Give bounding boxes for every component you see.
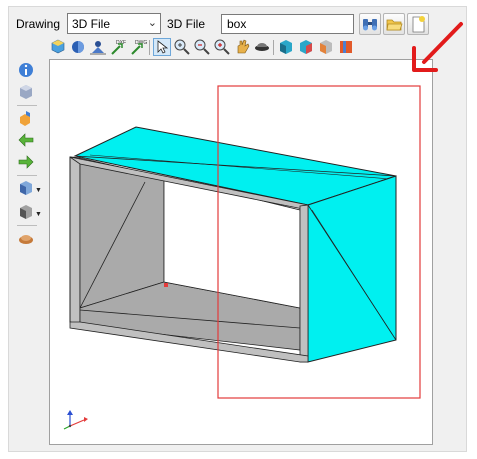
toolbar-separator bbox=[273, 40, 274, 55]
select-pointer-icon[interactable] bbox=[153, 38, 171, 56]
shaded-view-icon[interactable] bbox=[69, 38, 87, 56]
chevron-down-icon[interactable]: ▼ bbox=[35, 211, 42, 218]
file-name-input[interactable] bbox=[222, 15, 353, 33]
drawing-type-select[interactable]: 3D File ⌄ bbox=[67, 13, 161, 34]
drawing-label: Drawing bbox=[16, 17, 61, 31]
sidebar-separator bbox=[17, 225, 37, 226]
cube-view-icon[interactable] bbox=[17, 179, 35, 197]
arrow-right-icon[interactable] bbox=[17, 153, 35, 171]
header-row: Drawing 3D File ⌄ 3D File bbox=[9, 13, 466, 35]
browse-button[interactable] bbox=[359, 13, 381, 35]
new-file-icon bbox=[412, 16, 425, 33]
zoom-window-icon[interactable] bbox=[173, 38, 191, 56]
svg-text:DXF: DXF bbox=[116, 40, 126, 46]
pan-icon[interactable] bbox=[233, 38, 251, 56]
folder-open-icon bbox=[386, 19, 403, 31]
top-view-icon[interactable] bbox=[89, 38, 107, 56]
material-icon[interactable] bbox=[17, 229, 35, 247]
sidebar-separator bbox=[17, 105, 37, 106]
drawing-type-value: 3D File bbox=[72, 17, 111, 31]
view-iso-icon[interactable] bbox=[49, 38, 67, 56]
chevron-down-icon[interactable]: ▼ bbox=[35, 187, 42, 194]
info-icon[interactable] bbox=[17, 61, 35, 79]
binoculars-icon bbox=[363, 19, 377, 31]
zoom-in-icon[interactable] bbox=[213, 38, 231, 56]
cube-shade-icon[interactable] bbox=[17, 203, 35, 221]
side-view-icon[interactable] bbox=[297, 38, 315, 56]
back-view-icon[interactable] bbox=[317, 38, 335, 56]
sidebar-separator bbox=[17, 175, 37, 176]
box-front-right-post bbox=[299, 204, 309, 363]
part-icon[interactable] bbox=[17, 83, 35, 101]
file-name-field[interactable] bbox=[221, 14, 354, 34]
model-canvas bbox=[63, 85, 421, 430]
open-file-button[interactable] bbox=[383, 13, 405, 35]
new-file-button[interactable] bbox=[407, 13, 429, 35]
chevron-down-icon: ⌄ bbox=[147, 17, 157, 29]
selection-marker bbox=[164, 283, 168, 287]
toolbar-separator bbox=[149, 40, 150, 55]
zoom-out-icon[interactable] bbox=[193, 38, 211, 56]
export-dxf-icon[interactable]: DXF bbox=[109, 38, 127, 56]
axis-triad-icon bbox=[63, 410, 88, 430]
file-label: 3D File bbox=[167, 17, 206, 31]
rotate-view-icon[interactable] bbox=[253, 38, 271, 56]
section-view-icon[interactable] bbox=[337, 38, 355, 56]
box-left-panel bbox=[69, 156, 81, 326]
model-viewport[interactable] bbox=[49, 59, 433, 445]
side-toolbar: ▼ ▼ bbox=[13, 59, 42, 259]
explode-icon[interactable] bbox=[17, 109, 35, 127]
front-view-icon[interactable] bbox=[277, 38, 295, 56]
export-dwg-icon[interactable]: DWG bbox=[129, 38, 147, 56]
arrow-left-icon[interactable] bbox=[17, 131, 35, 149]
box-right-face bbox=[307, 175, 397, 363]
svg-text:DWG: DWG bbox=[135, 40, 147, 46]
viewer-panel: Drawing 3D File ⌄ 3D File box DXF DWG ▼ … bbox=[8, 6, 467, 452]
